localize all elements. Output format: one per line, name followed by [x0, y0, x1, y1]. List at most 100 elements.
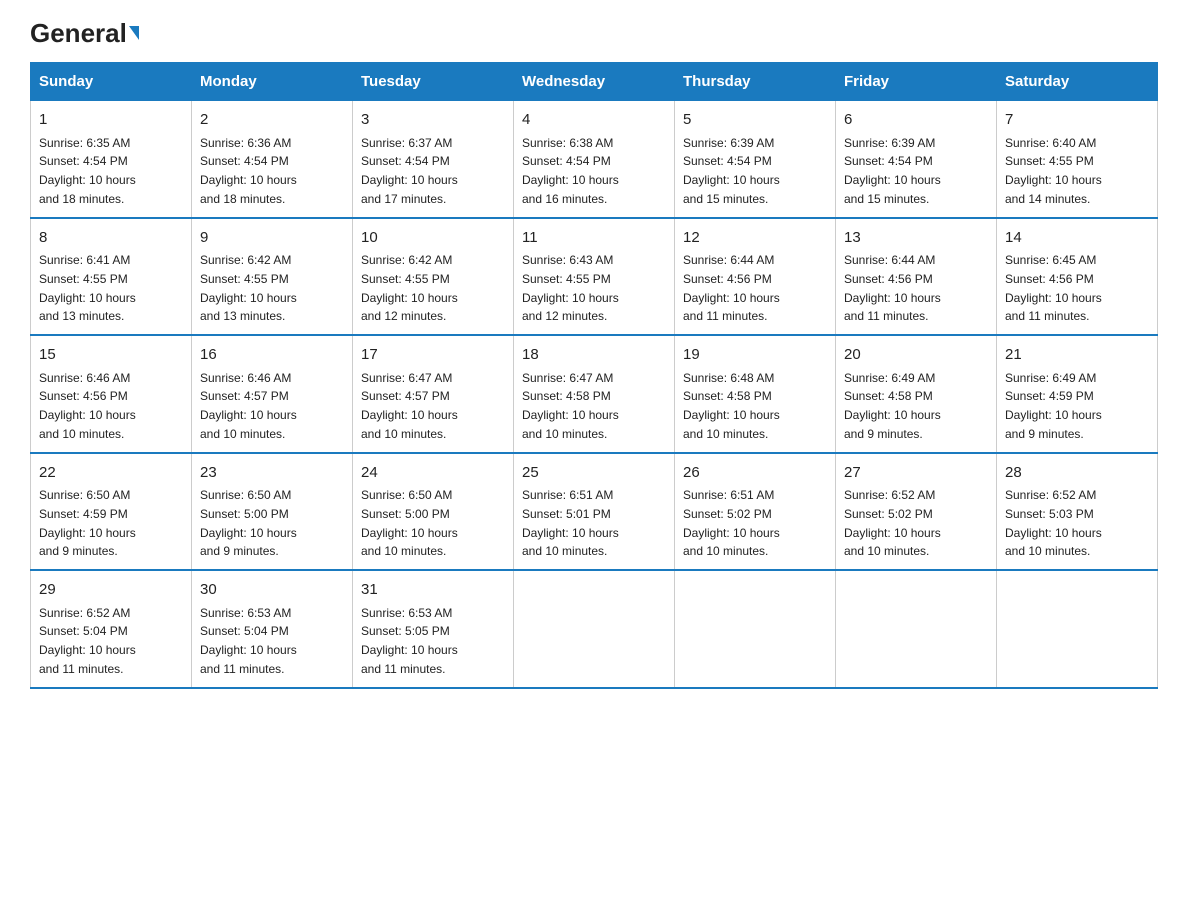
calendar-cell: 20 Sunrise: 6:49 AMSunset: 4:58 PMDayligh… — [836, 335, 997, 453]
calendar-cell: 2 Sunrise: 6:36 AMSunset: 4:54 PMDaylight… — [192, 101, 353, 218]
calendar-cell: 7 Sunrise: 6:40 AMSunset: 4:55 PMDaylight… — [997, 101, 1158, 218]
day-number: 2 — [200, 109, 344, 132]
day-info: Sunrise: 6:51 AMSunset: 5:02 PMDaylight:… — [683, 488, 780, 558]
day-number: 30 — [200, 579, 344, 602]
day-number: 6 — [844, 109, 988, 132]
day-number: 26 — [683, 462, 827, 485]
day-info: Sunrise: 6:38 AMSunset: 4:54 PMDaylight:… — [522, 136, 619, 206]
day-number: 15 — [39, 344, 183, 367]
day-info: Sunrise: 6:53 AMSunset: 5:05 PMDaylight:… — [361, 606, 458, 676]
calendar-cell: 25 Sunrise: 6:51 AMSunset: 5:01 PMDayligh… — [514, 453, 675, 571]
day-info: Sunrise: 6:47 AMSunset: 4:57 PMDaylight:… — [361, 371, 458, 441]
day-number: 18 — [522, 344, 666, 367]
day-info: Sunrise: 6:42 AMSunset: 4:55 PMDaylight:… — [200, 253, 297, 323]
day-info: Sunrise: 6:52 AMSunset: 5:02 PMDaylight:… — [844, 488, 941, 558]
day-info: Sunrise: 6:37 AMSunset: 4:54 PMDaylight:… — [361, 136, 458, 206]
day-number: 7 — [1005, 109, 1149, 132]
calendar-cell: 6 Sunrise: 6:39 AMSunset: 4:54 PMDaylight… — [836, 101, 997, 218]
day-info: Sunrise: 6:45 AMSunset: 4:56 PMDaylight:… — [1005, 253, 1102, 323]
calendar-cell: 8 Sunrise: 6:41 AMSunset: 4:55 PMDaylight… — [31, 218, 192, 336]
calendar-cell — [836, 570, 997, 688]
calendar-week-row: 22 Sunrise: 6:50 AMSunset: 4:59 PMDayligh… — [31, 453, 1158, 571]
day-number: 20 — [844, 344, 988, 367]
day-info: Sunrise: 6:40 AMSunset: 4:55 PMDaylight:… — [1005, 136, 1102, 206]
day-number: 31 — [361, 579, 505, 602]
day-info: Sunrise: 6:44 AMSunset: 4:56 PMDaylight:… — [683, 253, 780, 323]
header-saturday: Saturday — [997, 63, 1158, 101]
day-info: Sunrise: 6:46 AMSunset: 4:57 PMDaylight:… — [200, 371, 297, 441]
day-number: 19 — [683, 344, 827, 367]
page-header: General — [30, 20, 1158, 44]
day-number: 13 — [844, 227, 988, 250]
day-number: 11 — [522, 227, 666, 250]
day-info: Sunrise: 6:39 AMSunset: 4:54 PMDaylight:… — [683, 136, 780, 206]
day-info: Sunrise: 6:50 AMSunset: 4:59 PMDaylight:… — [39, 488, 136, 558]
calendar-cell: 1 Sunrise: 6:35 AMSunset: 4:54 PMDaylight… — [31, 101, 192, 218]
day-number: 29 — [39, 579, 183, 602]
calendar-table: SundayMondayTuesdayWednesdayThursdayFrid… — [30, 62, 1158, 689]
logo-triangle-icon — [129, 26, 139, 40]
day-info: Sunrise: 6:50 AMSunset: 5:00 PMDaylight:… — [361, 488, 458, 558]
calendar-cell: 13Sunrise: 6:44 AMSunset: 4:56 PMDayligh… — [836, 218, 997, 336]
calendar-cell: 26 Sunrise: 6:51 AMSunset: 5:02 PMDayligh… — [675, 453, 836, 571]
day-number: 22 — [39, 462, 183, 485]
calendar-cell: 29 Sunrise: 6:52 AMSunset: 5:04 PMDayligh… — [31, 570, 192, 688]
day-info: Sunrise: 6:50 AMSunset: 5:00 PMDaylight:… — [200, 488, 297, 558]
logo-general: General — [30, 20, 127, 46]
day-info: Sunrise: 6:51 AMSunset: 5:01 PMDaylight:… — [522, 488, 619, 558]
calendar-cell: 19 Sunrise: 6:48 AMSunset: 4:58 PMDayligh… — [675, 335, 836, 453]
header-tuesday: Tuesday — [353, 63, 514, 101]
day-info: Sunrise: 6:52 AMSunset: 5:03 PMDaylight:… — [1005, 488, 1102, 558]
calendar-cell: 11 Sunrise: 6:43 AMSunset: 4:55 PMDayligh… — [514, 218, 675, 336]
header-sunday: Sunday — [31, 63, 192, 101]
calendar-cell: 10Sunrise: 6:42 AMSunset: 4:55 PMDayligh… — [353, 218, 514, 336]
day-number: 27 — [844, 462, 988, 485]
day-info: Sunrise: 6:43 AMSunset: 4:55 PMDaylight:… — [522, 253, 619, 323]
day-number: 12 — [683, 227, 827, 250]
day-number: 4 — [522, 109, 666, 132]
day-info: Sunrise: 6:49 AMSunset: 4:58 PMDaylight:… — [844, 371, 941, 441]
header-thursday: Thursday — [675, 63, 836, 101]
day-info: Sunrise: 6:39 AMSunset: 4:54 PMDaylight:… — [844, 136, 941, 206]
calendar-cell: 28 Sunrise: 6:52 AMSunset: 5:03 PMDayligh… — [997, 453, 1158, 571]
calendar-header-row: SundayMondayTuesdayWednesdayThursdayFrid… — [31, 63, 1158, 101]
calendar-week-row: 29 Sunrise: 6:52 AMSunset: 5:04 PMDayligh… — [31, 570, 1158, 688]
day-number: 23 — [200, 462, 344, 485]
calendar-week-row: 8 Sunrise: 6:41 AMSunset: 4:55 PMDaylight… — [31, 218, 1158, 336]
day-number: 3 — [361, 109, 505, 132]
day-info: Sunrise: 6:36 AMSunset: 4:54 PMDaylight:… — [200, 136, 297, 206]
day-number: 14 — [1005, 227, 1149, 250]
day-info: Sunrise: 6:49 AMSunset: 4:59 PMDaylight:… — [1005, 371, 1102, 441]
day-number: 25 — [522, 462, 666, 485]
calendar-cell — [514, 570, 675, 688]
calendar-cell: 24Sunrise: 6:50 AMSunset: 5:00 PMDayligh… — [353, 453, 514, 571]
calendar-week-row: 15 Sunrise: 6:46 AMSunset: 4:56 PMDayligh… — [31, 335, 1158, 453]
day-number: 1 — [39, 109, 183, 132]
calendar-cell: 9Sunrise: 6:42 AMSunset: 4:55 PMDaylight… — [192, 218, 353, 336]
day-number: 5 — [683, 109, 827, 132]
logo: General — [30, 20, 139, 44]
day-info: Sunrise: 6:52 AMSunset: 5:04 PMDaylight:… — [39, 606, 136, 676]
calendar-cell: 12 Sunrise: 6:44 AMSunset: 4:56 PMDayligh… — [675, 218, 836, 336]
day-info: Sunrise: 6:35 AMSunset: 4:54 PMDaylight:… — [39, 136, 136, 206]
calendar-cell: 31 Sunrise: 6:53 AMSunset: 5:05 PMDayligh… — [353, 570, 514, 688]
calendar-cell: 17Sunrise: 6:47 AMSunset: 4:57 PMDayligh… — [353, 335, 514, 453]
header-friday: Friday — [836, 63, 997, 101]
day-number: 21 — [1005, 344, 1149, 367]
day-number: 8 — [39, 227, 183, 250]
calendar-cell: 4 Sunrise: 6:38 AMSunset: 4:54 PMDaylight… — [514, 101, 675, 218]
calendar-cell: 18Sunrise: 6:47 AMSunset: 4:58 PMDayligh… — [514, 335, 675, 453]
calendar-cell: 15 Sunrise: 6:46 AMSunset: 4:56 PMDayligh… — [31, 335, 192, 453]
day-number: 10 — [361, 227, 505, 250]
day-info: Sunrise: 6:48 AMSunset: 4:58 PMDaylight:… — [683, 371, 780, 441]
day-info: Sunrise: 6:41 AMSunset: 4:55 PMDaylight:… — [39, 253, 136, 323]
day-info: Sunrise: 6:46 AMSunset: 4:56 PMDaylight:… — [39, 371, 136, 441]
calendar-cell: 30 Sunrise: 6:53 AMSunset: 5:04 PMDayligh… — [192, 570, 353, 688]
day-number: 28 — [1005, 462, 1149, 485]
calendar-cell: 23 Sunrise: 6:50 AMSunset: 5:00 PMDayligh… — [192, 453, 353, 571]
day-info: Sunrise: 6:53 AMSunset: 5:04 PMDaylight:… — [200, 606, 297, 676]
day-number: 16 — [200, 344, 344, 367]
header-wednesday: Wednesday — [514, 63, 675, 101]
calendar-cell: 22 Sunrise: 6:50 AMSunset: 4:59 PMDayligh… — [31, 453, 192, 571]
calendar-week-row: 1 Sunrise: 6:35 AMSunset: 4:54 PMDaylight… — [31, 101, 1158, 218]
